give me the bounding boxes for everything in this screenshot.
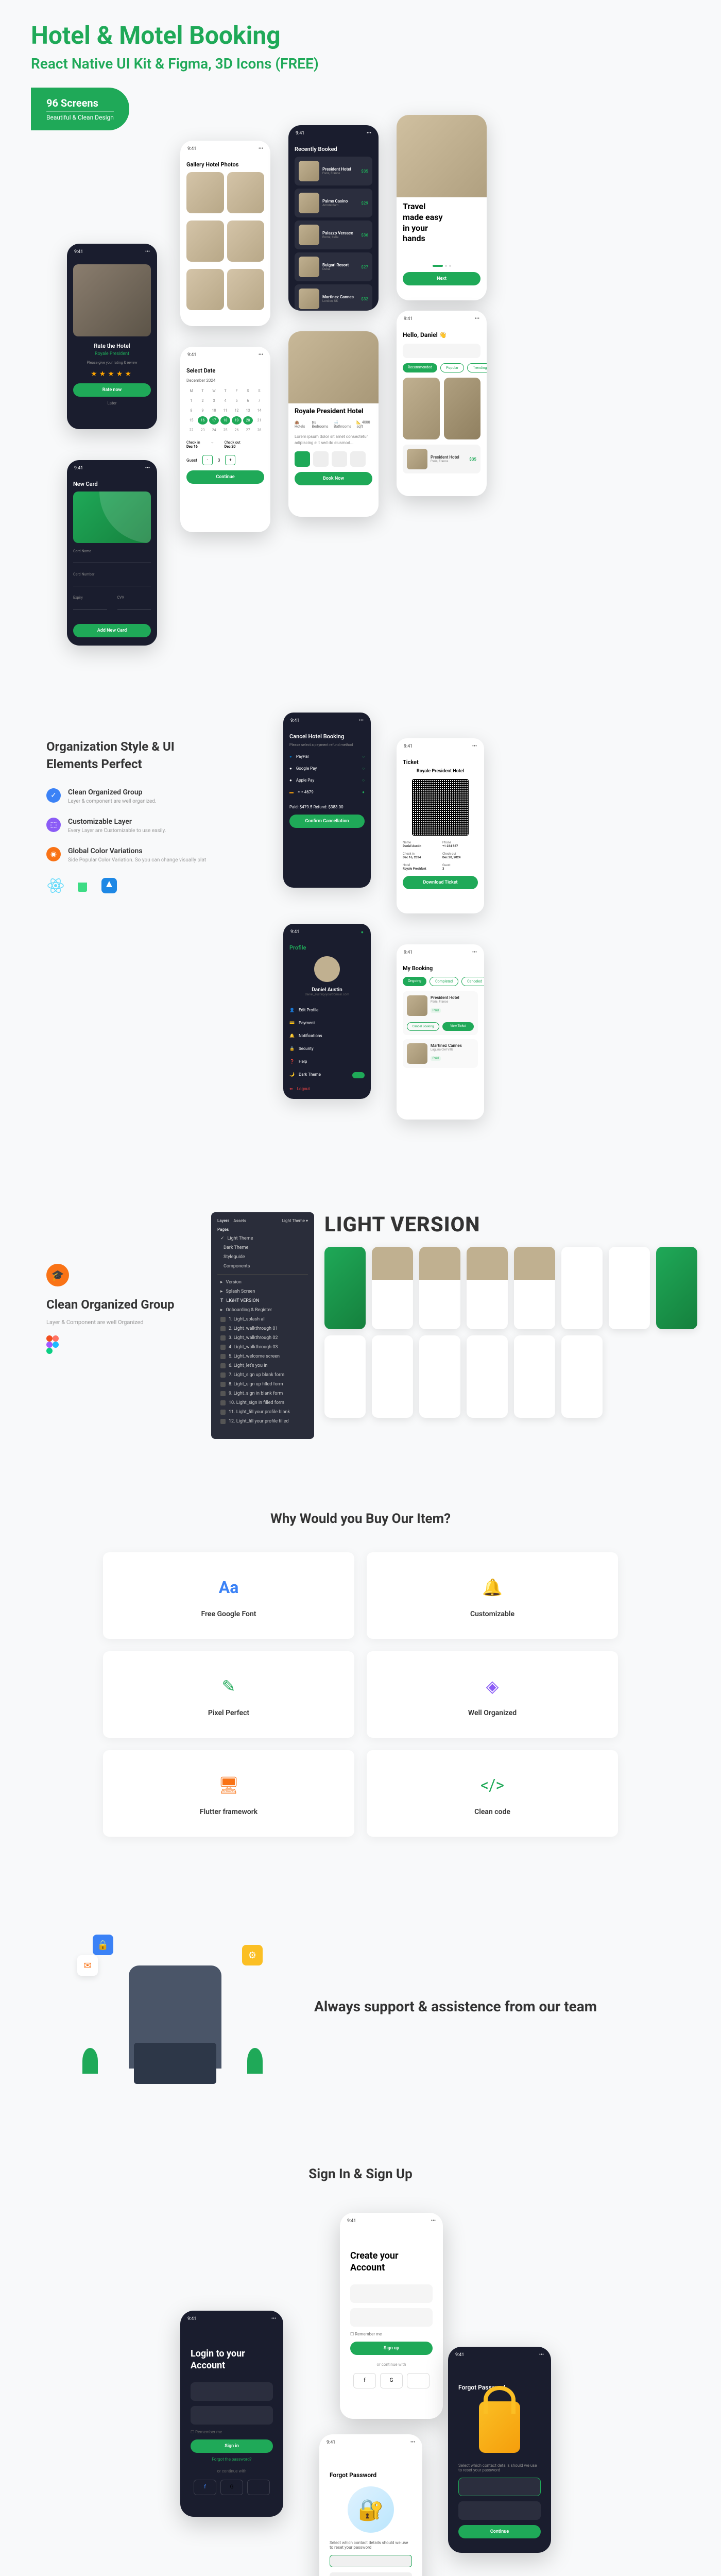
book-now-button[interactable]: Book Now bbox=[295, 472, 372, 485]
bell-icon: 🔔 bbox=[478, 1573, 507, 1602]
devices-icon: 🖥 bbox=[214, 1771, 243, 1800]
later-link[interactable]: Later bbox=[73, 401, 151, 405]
signup-button[interactable]: Sign up bbox=[350, 2342, 433, 2355]
react-icon bbox=[46, 876, 65, 895]
sign-title: Sign In & Sign Up bbox=[46, 2166, 675, 2182]
phone-new-card: 9:41••• New Card Card Name Card Number E… bbox=[67, 460, 157, 646]
support-text: Always support & assistence from our tea… bbox=[314, 1996, 644, 2016]
phone-rate: 9:41••• Rate the Hotel Royale President … bbox=[67, 244, 157, 429]
recently-title: Recently Booked bbox=[295, 146, 372, 152]
org-item-title: Clean Organized Group bbox=[68, 788, 157, 796]
why-card-pixel: ✎ Pixel Perfect bbox=[103, 1651, 354, 1738]
badge-subtitle: Beautiful & Clean Design bbox=[46, 111, 114, 121]
main-title: Hotel & Motel Booking bbox=[31, 21, 690, 50]
facebook-button[interactable]: f bbox=[353, 2373, 376, 2388]
code-icon: </> bbox=[478, 1771, 507, 1800]
lock-icon bbox=[479, 2401, 520, 2453]
android-icon bbox=[73, 876, 92, 895]
main-subtitle: React Native UI Kit & Figma, 3D Icons (F… bbox=[31, 55, 690, 72]
phones-showcase: 9:41••• Gallery Hotel Photos 9:41••• Rec… bbox=[0, 141, 721, 707]
rate-now-button[interactable]: Rate now bbox=[73, 383, 151, 397]
phone-gallery: 9:41••• Gallery Hotel Photos bbox=[180, 141, 270, 326]
phone-home: 9:41••• Hello, Daniel 👋 Recommended Popu… bbox=[397, 311, 487, 496]
why-card-font: Aa Free Google Font bbox=[103, 1552, 354, 1639]
org-title: Organization Style & UI Elements Perfect bbox=[46, 738, 221, 773]
phone-create-account: 9:41••• Create your Account ☐ Remember m… bbox=[340, 2213, 443, 2419]
google-button[interactable]: G bbox=[380, 2373, 403, 2388]
globe-icon: ◉ bbox=[46, 847, 61, 861]
why-card-flutter: 🖥 Flutter framework bbox=[103, 1750, 354, 1837]
phone-cancel: 9:41••• Cancel Hotel Booking Please sele… bbox=[283, 713, 371, 888]
continue-button[interactable]: Continue bbox=[186, 470, 264, 484]
phone-booking: 9:41••• My Booking Ongoing Completed Can… bbox=[397, 944, 484, 1120]
badge-title: 96 Screens bbox=[46, 97, 114, 109]
light-desc: Layer & Component are well Organized bbox=[46, 1318, 191, 1327]
light-title: Clean Organized Group bbox=[46, 1297, 191, 1313]
phone-profile: 9:41● Profile Daniel Austin daniel_austi… bbox=[283, 924, 371, 1099]
screens-badge: 96 Screens Beautiful & Clean Design bbox=[31, 88, 129, 130]
add-card-button[interactable]: Add New Card bbox=[73, 624, 151, 637]
org-item-desc: Layer & component are well organized. bbox=[68, 798, 157, 805]
figma-layers-panel: LayersAssetsLight Theme ▾ Pages ✓Light T… bbox=[211, 1212, 314, 1439]
signin-button[interactable]: Sign in bbox=[191, 2439, 273, 2453]
qr-code bbox=[412, 779, 469, 836]
why-card-code: </> Clean code bbox=[367, 1750, 618, 1837]
check-icon: ✓ bbox=[46, 788, 61, 803]
phone-hotel-detail: Royale President Hotel 🏨 Hotels🛏 Bedroom… bbox=[288, 331, 379, 517]
stack-icon: ◈ bbox=[478, 1672, 507, 1701]
pen-icon: ✎ bbox=[214, 1672, 243, 1701]
confirm-cancel-button[interactable]: Confirm Cancellation bbox=[289, 815, 365, 828]
appstore-icon bbox=[100, 876, 118, 895]
phone-forgot-dark: 9:41••• Forgot Password Select which con… bbox=[448, 2347, 551, 2553]
light-version-title: LIGHT VERSION bbox=[324, 1212, 721, 1236]
phone-ticket: 9:41••• Ticket Royale President Hotel Na… bbox=[397, 738, 484, 913]
phone-forgot-light: 9:41••• Forgot Password 🔐 Select which c… bbox=[319, 2434, 422, 2576]
layers-icon: ⬚ bbox=[46, 818, 61, 832]
why-card-customizable: 🔔 Customizable bbox=[367, 1552, 618, 1639]
next-button[interactable]: Next bbox=[403, 272, 480, 285]
figma-icon bbox=[46, 1335, 59, 1354]
phone-travel: Travel made easy in your hands Next bbox=[397, 115, 487, 300]
why-title: Why Would you Buy Our Item? bbox=[103, 1511, 618, 1527]
phone-calendar: 9:41••• Select Date December 2024 MTWTFS… bbox=[180, 347, 270, 532]
download-ticket-button[interactable]: Download Ticket bbox=[403, 876, 478, 889]
phone-recently-booked: 9:41••• Recently Booked President HotelP… bbox=[288, 125, 379, 311]
support-illustration: 🔒 ✉ ⚙ bbox=[77, 1929, 273, 2084]
font-icon: Aa bbox=[214, 1573, 243, 1602]
phone-login: 9:41••• Login to your Account ☐ Remember… bbox=[180, 2311, 283, 2517]
star-rating[interactable]: ★★★★★ bbox=[73, 370, 151, 378]
why-card-organized: ◈ Well Organized bbox=[367, 1651, 618, 1738]
graduation-icon: 🎓 bbox=[46, 1264, 69, 1286]
continue-dark-button[interactable]: Continue bbox=[458, 2525, 541, 2538]
apple-button[interactable] bbox=[407, 2373, 430, 2388]
gallery-title: Gallery Hotel Photos bbox=[186, 161, 264, 168]
